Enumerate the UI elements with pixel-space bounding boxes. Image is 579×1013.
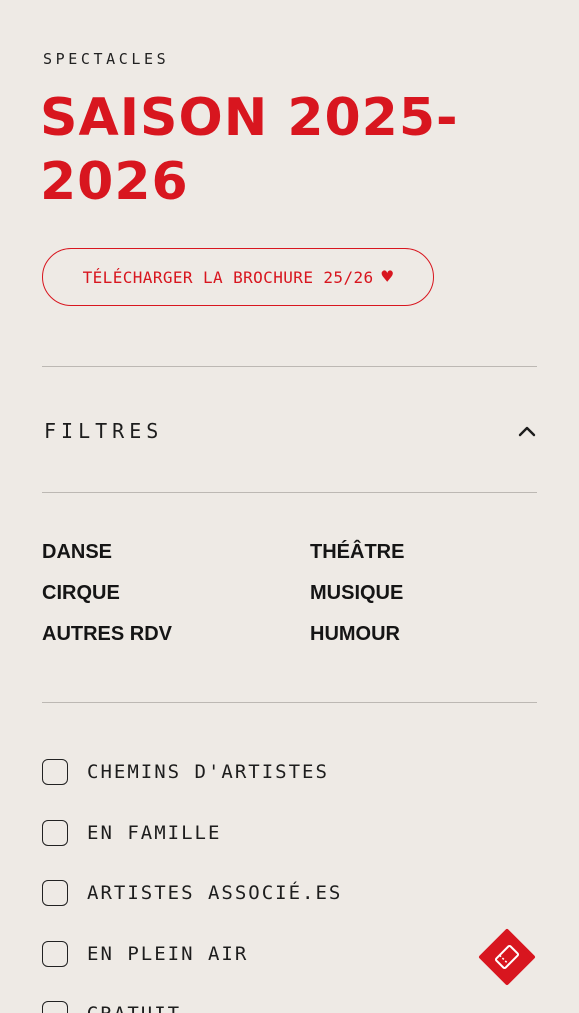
tag-chemins-d-artistes[interactable]: CHEMINS D'ARTISTES	[42, 757, 537, 787]
divider-top	[42, 366, 537, 367]
checkbox[interactable]	[42, 759, 68, 785]
category-humour[interactable]: HUMOUR	[310, 622, 537, 646]
tag-en-famille[interactable]: EN FAMILLE	[42, 818, 537, 848]
page-title: SAISON 2025-2026	[40, 88, 459, 212]
heart-icon: ♥	[381, 265, 394, 288]
tag-label: EN PLEIN AIR	[87, 942, 249, 965]
download-brochure-label: TÉLÉCHARGER LA BROCHURE 25/26	[82, 267, 374, 287]
tag-label: EN FAMILLE	[87, 821, 222, 844]
tag-artistes-associes[interactable]: ARTISTES ASSOCIÉ.ES	[42, 878, 537, 908]
tag-label: GRATUIT	[87, 1003, 181, 1013]
filters-label: FILTRES	[44, 419, 164, 443]
category-filter-list: DANSE THÉÂTRE CIRQUE MUSIQUE AUTRES RDV …	[42, 540, 537, 646]
download-brochure-button[interactable]: TÉLÉCHARGER LA BROCHURE 25/26 ♥	[42, 248, 434, 306]
ticket-icon	[479, 929, 535, 985]
tag-en-plein-air[interactable]: EN PLEIN AIR	[42, 939, 537, 969]
checkbox[interactable]	[42, 940, 68, 967]
category-musique[interactable]: MUSIQUE	[310, 581, 537, 605]
checkbox[interactable]	[42, 819, 68, 846]
chevron-up-icon	[518, 426, 536, 437]
category-cirque[interactable]: CIRQUE	[42, 581, 310, 605]
tag-filter-list: CHEMINS D'ARTISTES EN FAMILLE ARTISTES A…	[42, 757, 537, 1013]
page-eyebrow: SPECTACLES	[43, 50, 170, 68]
filters-toggle[interactable]: FILTRES	[42, 398, 537, 464]
tag-label: CHEMINS D'ARTISTES	[87, 761, 329, 783]
tag-gratuit[interactable]: GRATUIT	[42, 999, 537, 1013]
category-theatre[interactable]: THÉÂTRE	[310, 540, 537, 564]
divider-categories	[42, 702, 537, 703]
category-danse[interactable]: DANSE	[42, 540, 310, 564]
checkbox[interactable]	[42, 1001, 68, 1013]
checkbox[interactable]	[42, 880, 68, 906]
tag-label: ARTISTES ASSOCIÉ.ES	[87, 882, 343, 904]
category-autres-rdv[interactable]: AUTRES RDV	[42, 622, 310, 646]
ticket-button[interactable]	[478, 928, 536, 986]
divider-filters	[42, 492, 537, 493]
